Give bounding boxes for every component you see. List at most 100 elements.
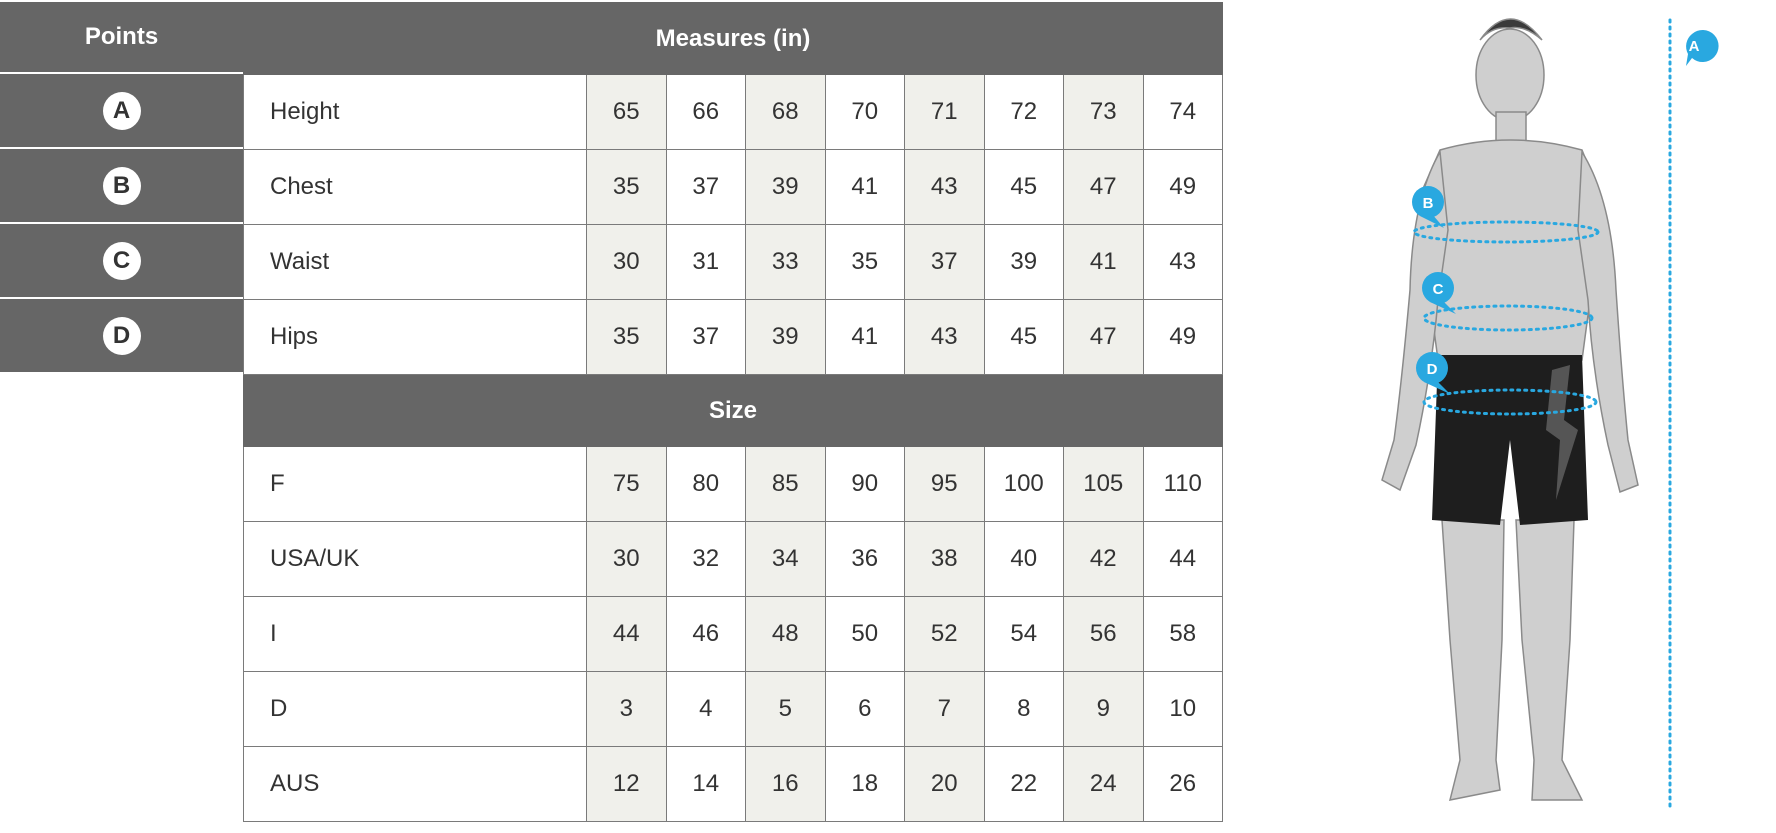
callout-a: A <box>1686 30 1719 66</box>
body-illustration: A B C D <box>1381 18 1719 812</box>
table-cell: 10 <box>1142 671 1224 747</box>
table-cell: 41 <box>1063 224 1144 300</box>
table-cell: 36 <box>824 521 905 597</box>
table-cell: 38 <box>904 521 985 597</box>
table-cell: 22 <box>983 746 1064 822</box>
table-cell: 72 <box>983 74 1064 150</box>
callout-c-label: C <box>1433 281 1444 298</box>
size-row: I 44 46 48 50 52 54 56 58 <box>243 596 1224 672</box>
measure-row: Waist 30 31 33 35 37 39 41 43 <box>243 224 1224 300</box>
table-cell: 8 <box>983 671 1064 747</box>
table-cell: 32 <box>665 521 746 597</box>
table-cell: 100 <box>983 446 1064 522</box>
table-cell: 20 <box>904 746 985 822</box>
point-badge-b: B <box>102 166 141 205</box>
measure-row-label: Waist <box>243 224 587 300</box>
table-cell: 56 <box>1063 596 1144 672</box>
table-cell: 42 <box>1063 521 1144 597</box>
size-row: AUS 12 14 16 18 20 22 24 26 <box>243 746 1224 822</box>
table-cell: 73 <box>1063 74 1144 150</box>
table-cell: 45 <box>983 149 1064 225</box>
table-cell: 43 <box>1142 224 1224 300</box>
table-cell: 50 <box>824 596 905 672</box>
table-cell: 45 <box>983 299 1064 375</box>
table-cell: 70 <box>824 74 905 150</box>
table-cell: 40 <box>983 521 1064 597</box>
size-row-label: AUS <box>243 746 587 822</box>
size-row: D 3 4 5 6 7 8 9 10 <box>243 671 1224 747</box>
table-cell: 30 <box>586 224 667 300</box>
size-header-row: Size <box>242 374 1224 447</box>
table-cell: 31 <box>665 224 746 300</box>
table-cell: 90 <box>824 446 905 522</box>
callout-a-label: A <box>1689 38 1700 55</box>
table-cell: 46 <box>665 596 746 672</box>
points-header: Points <box>0 2 243 74</box>
table-cell: 44 <box>586 596 667 672</box>
size-row-label: D <box>243 671 587 747</box>
table-cell: 105 <box>1063 446 1144 522</box>
table-cell: 52 <box>904 596 985 672</box>
table-cell: 48 <box>745 596 826 672</box>
point-row-a: A <box>0 74 243 149</box>
table-cell: 49 <box>1142 299 1224 375</box>
table-cell: 35 <box>586 149 667 225</box>
size-chart-table: Measures (in) Height 65 66 68 70 71 72 73 74 Chest… <box>242 2 1224 822</box>
table-cell: 47 <box>1063 149 1144 225</box>
measures-header: Measures (in) <box>242 2 1224 75</box>
table-cell: 58 <box>1142 596 1224 672</box>
point-badge-a: A <box>102 91 141 130</box>
table-cell: 43 <box>904 149 985 225</box>
point-badge-c: C <box>102 241 141 280</box>
callout-b-label: B <box>1423 195 1434 212</box>
size-row: F 75 80 85 90 95 100 105 110 <box>243 446 1224 522</box>
table-cell: 16 <box>745 746 826 822</box>
body-measurement-figure: A B C D <box>1320 0 1740 828</box>
measure-row: Chest 35 37 39 41 43 45 47 49 <box>243 149 1224 225</box>
table-cell: 18 <box>824 746 905 822</box>
measure-row: Height 65 66 68 70 71 72 73 74 <box>243 74 1224 150</box>
table-cell: 85 <box>745 446 826 522</box>
table-cell: 35 <box>824 224 905 300</box>
table-cell: 110 <box>1142 446 1224 522</box>
points-column: Points A B C D <box>0 2 243 374</box>
size-row-label: F <box>243 446 587 522</box>
table-cell: 34 <box>745 521 826 597</box>
table-cell: 26 <box>1142 746 1224 822</box>
table-cell: 65 <box>586 74 667 150</box>
table-cell: 47 <box>1063 299 1144 375</box>
measure-row: Hips 35 37 39 41 43 45 47 49 <box>243 299 1224 375</box>
table-cell: 41 <box>824 149 905 225</box>
table-cell: 9 <box>1063 671 1144 747</box>
table-cell: 7 <box>904 671 985 747</box>
size-header: Size <box>242 374 1224 447</box>
table-cell: 75 <box>586 446 667 522</box>
table-cell: 54 <box>983 596 1064 672</box>
table-cell: 37 <box>665 299 746 375</box>
table-cell: 39 <box>745 299 826 375</box>
table-cell: 12 <box>586 746 667 822</box>
table-cell: 3 <box>586 671 667 747</box>
table-cell: 37 <box>904 224 985 300</box>
measure-row-label: Hips <box>243 299 587 375</box>
table-cell: 49 <box>1142 149 1224 225</box>
measure-row-label: Chest <box>243 149 587 225</box>
table-cell: 95 <box>904 446 985 522</box>
table-cell: 41 <box>824 299 905 375</box>
table-cell: 43 <box>904 299 985 375</box>
table-cell: 30 <box>586 521 667 597</box>
point-row-b: B <box>0 149 243 224</box>
callout-d-label: D <box>1427 361 1438 378</box>
size-row-label: I <box>243 596 587 672</box>
table-cell: 39 <box>745 149 826 225</box>
table-cell: 24 <box>1063 746 1144 822</box>
point-badge-d: D <box>102 316 141 355</box>
point-row-c: C <box>0 224 243 299</box>
table-cell: 71 <box>904 74 985 150</box>
measures-header-row: Measures (in) <box>242 2 1224 75</box>
table-cell: 74 <box>1142 74 1224 150</box>
table-cell: 33 <box>745 224 826 300</box>
point-row-d: D <box>0 299 243 374</box>
table-cell: 37 <box>665 149 746 225</box>
table-cell: 44 <box>1142 521 1224 597</box>
